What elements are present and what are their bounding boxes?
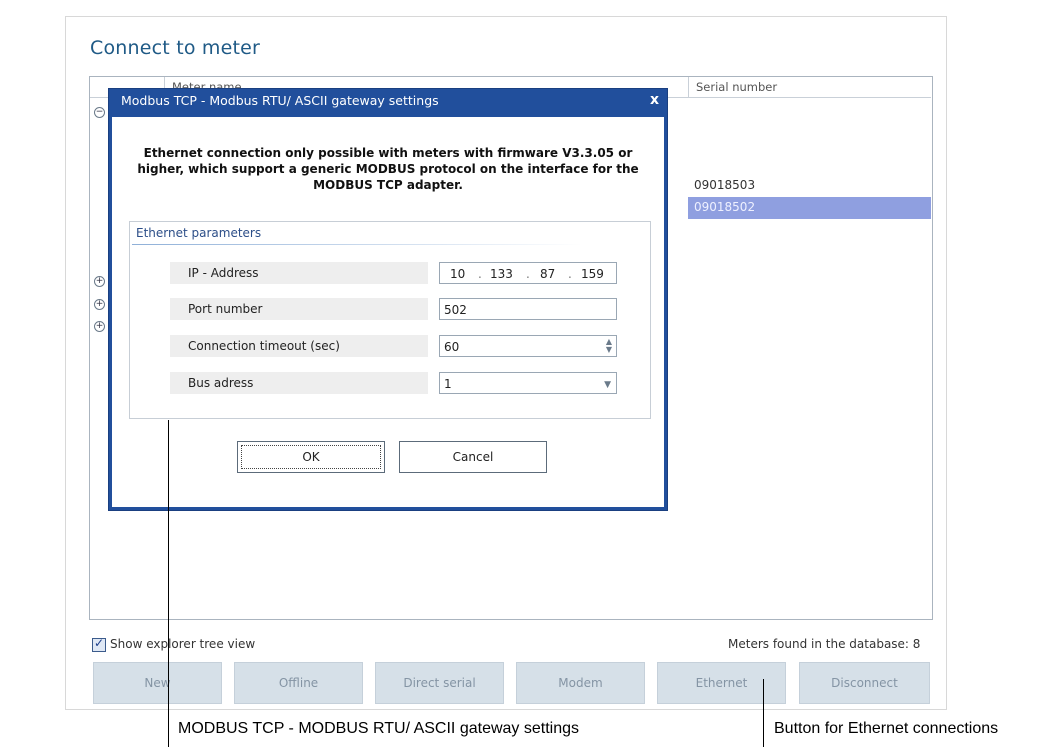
firmware-notice: Ethernet connection only possible with m…: [137, 146, 639, 192]
timeout-value: 60: [444, 340, 460, 354]
ethernet-button[interactable]: Ethernet: [657, 662, 786, 704]
expand-icon[interactable]: +: [94, 321, 105, 332]
dialog-body: Ethernet connection only possible with m…: [112, 117, 664, 507]
callout-line: [763, 679, 764, 747]
ip-octet-4[interactable]: 159: [581, 263, 604, 285]
grid-header-divider: [688, 77, 689, 97]
page-title: Connect to meter: [90, 37, 261, 59]
ip-octet-3[interactable]: 87: [540, 263, 555, 285]
ip-separator: .: [568, 267, 572, 281]
serial-number-cell[interactable]: 09018503: [694, 178, 755, 192]
ethernet-parameters-group: Ethernet parameters IP - Address 10 . 13…: [129, 221, 651, 419]
serial-number-cell: 09018502: [694, 200, 756, 214]
collapse-icon[interactable]: −: [94, 107, 105, 118]
expand-icon[interactable]: +: [94, 276, 105, 287]
spinner-arrows-icon[interactable]: ▲ ▼: [606, 338, 612, 354]
selected-row[interactable]: 09018502: [688, 197, 931, 219]
ip-address-label: IP - Address: [170, 262, 428, 284]
expand-icon[interactable]: +: [94, 299, 105, 310]
column-header-serial-number[interactable]: Serial number: [696, 77, 777, 97]
callout-dialog-label: MODBUS TCP - MODBUS RTU/ ASCII gateway s…: [178, 720, 579, 737]
offline-button[interactable]: Offline: [234, 662, 363, 704]
checkbox-checked-icon[interactable]: [92, 636, 106, 652]
ip-separator: .: [526, 267, 530, 281]
meters-found-status: Meters found in the database: 8: [728, 637, 921, 651]
close-icon[interactable]: x: [650, 92, 659, 108]
connection-timeout-stepper[interactable]: 60 ▲ ▼: [439, 335, 617, 357]
modem-button[interactable]: Modem: [516, 662, 645, 704]
port-number-input[interactable]: 502: [439, 298, 617, 320]
ip-octet-2[interactable]: 133: [490, 263, 513, 285]
disconnect-button[interactable]: Disconnect: [799, 662, 930, 704]
new-button[interactable]: New: [93, 662, 222, 704]
ip-separator: .: [478, 267, 482, 281]
direct-serial-button[interactable]: Direct serial: [375, 662, 504, 704]
ip-octet-1[interactable]: 10: [450, 263, 465, 285]
ok-button[interactable]: OK: [237, 441, 385, 473]
dialog-title: Modbus TCP - Modbus RTU/ ASCII gateway s…: [121, 93, 439, 108]
group-label: Ethernet parameters: [136, 226, 262, 240]
gateway-settings-dialog: Modbus TCP - Modbus RTU/ ASCII gateway s…: [108, 88, 668, 511]
port-number-label: Port number: [170, 298, 428, 320]
bus-address-value: 1: [444, 377, 452, 391]
cancel-button[interactable]: Cancel: [399, 441, 547, 473]
group-divider: [132, 244, 582, 245]
connection-timeout-label: Connection timeout (sec): [170, 335, 428, 357]
dropdown-arrow-icon[interactable]: ▼: [604, 374, 611, 396]
ip-address-field[interactable]: 10 . 133 . 87 . 159: [439, 262, 617, 284]
show-tree-label[interactable]: Show explorer tree view: [110, 637, 255, 651]
callout-line: [168, 420, 169, 747]
bus-address-select[interactable]: 1 ▼: [439, 372, 617, 394]
bus-address-label: Bus adress: [170, 372, 428, 394]
focus-ring: [241, 445, 381, 469]
callout-ethernet-label: Button for Ethernet connections: [774, 720, 999, 737]
